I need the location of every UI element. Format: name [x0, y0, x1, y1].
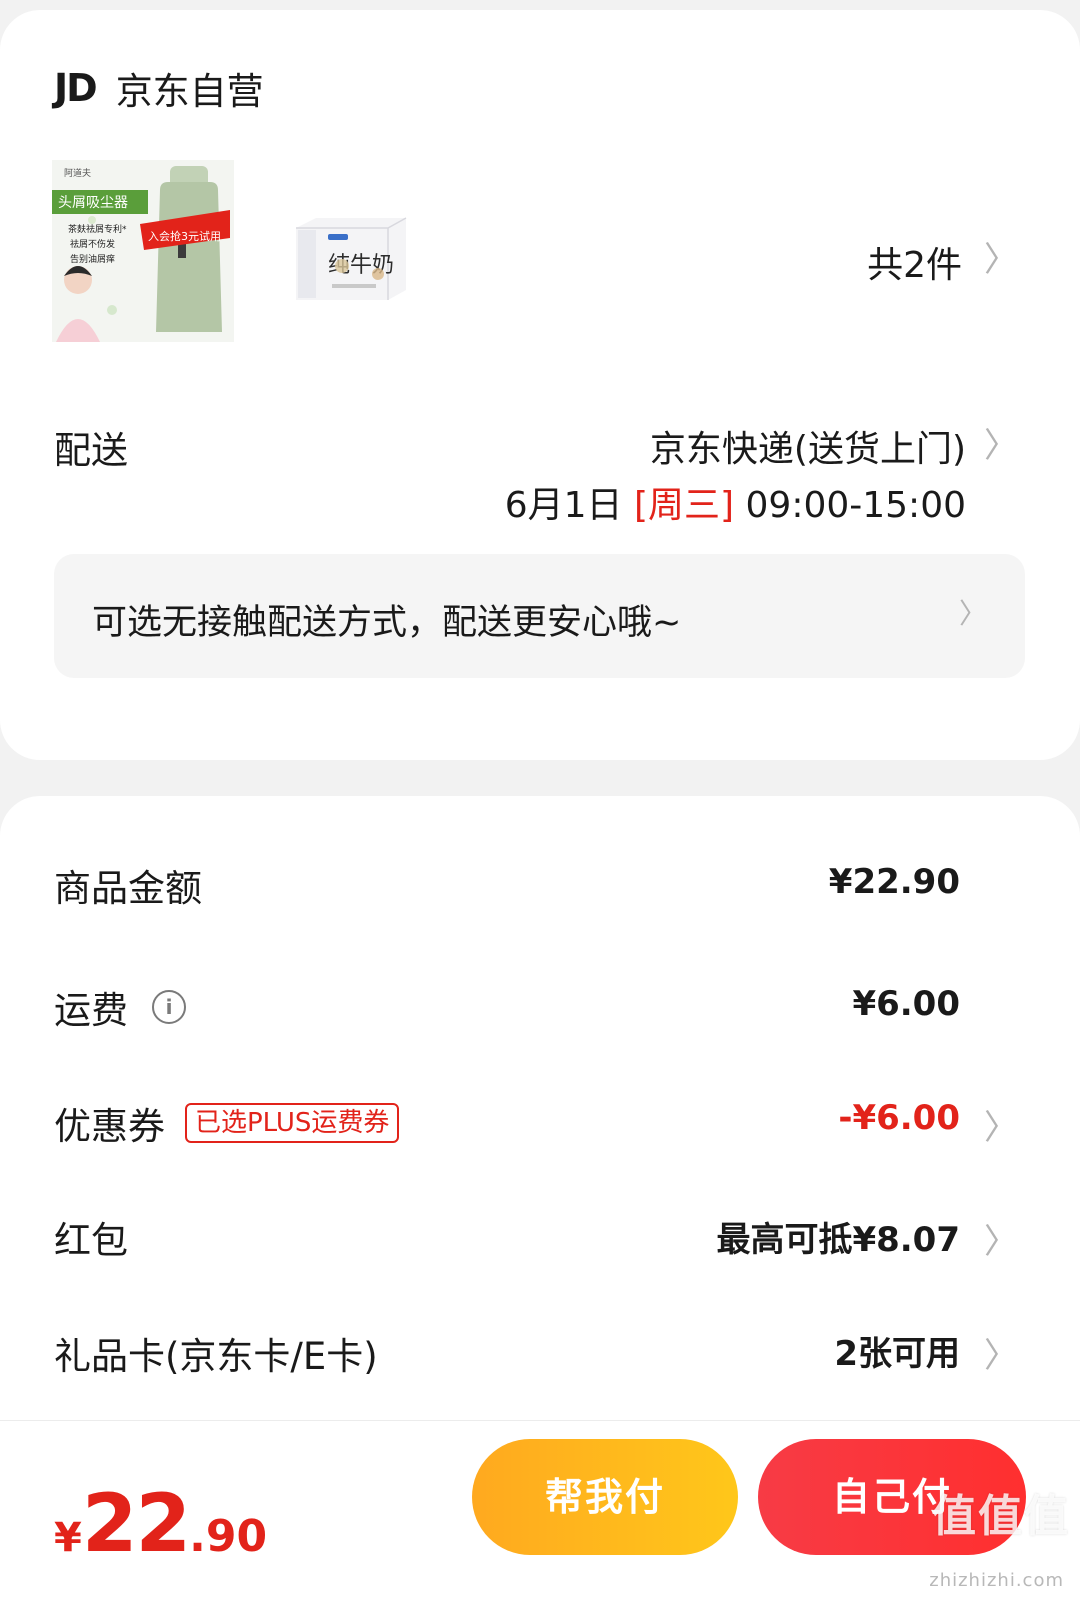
- coupon-value[interactable]: -¥6.00: [838, 1098, 960, 1138]
- product-thumbnail-milk[interactable]: 纯牛奶: [292, 214, 410, 304]
- shampoo-image: 入会抢3元试用 头屑吸尘器 阿道夫 茶麸祛屑专利* 祛屑不伤发 告别油屑痒: [52, 160, 234, 342]
- chevron-right-icon[interactable]: 〉: [984, 232, 1018, 281]
- shipping-fee-value: ¥6.00: [852, 984, 960, 1024]
- total-decimal: .90: [189, 1511, 268, 1562]
- total-currency: ¥: [54, 1515, 82, 1561]
- giftcard-label: 礼品卡(京东卡/E卡): [54, 1335, 378, 1378]
- goods-amount-value: ¥22.90: [828, 862, 960, 902]
- contactless-delivery-option[interactable]: 可选无接触配送方式，配送更安心哦~ 〉: [54, 554, 1025, 678]
- checkout-bar: ¥22.90 帮我付 自己付: [0, 1420, 1080, 1599]
- jd-logo: JD: [54, 66, 98, 110]
- shampoo-line1: 茶麸祛屑专利*: [68, 223, 127, 235]
- total-integer: 22: [81, 1477, 191, 1570]
- milk-box-image: 纯牛奶: [296, 217, 407, 300]
- shampoo-brand: 阿道夫: [64, 167, 91, 179]
- shampoo-line2: 祛屑不伤发: [70, 238, 115, 250]
- delivery-weekday: [周三]: [633, 485, 735, 526]
- chevron-right-icon: 〉: [958, 597, 987, 630]
- chevron-right-icon[interactable]: 〉: [984, 1100, 1018, 1149]
- shampoo-promo: 入会抢3元试用: [148, 229, 221, 243]
- store-name: 京东自营: [115, 70, 264, 113]
- total-price: ¥22.90: [54, 1477, 267, 1570]
- shampoo-line3: 告别油屑痒: [70, 253, 115, 265]
- shipping-fee-label: 运费: [54, 989, 128, 1032]
- contactless-text: 可选无接触配送方式，配送更安心哦~: [92, 603, 682, 643]
- delivery-time[interactable]: 6月1日 [周三] 09:00-15:00: [505, 476, 966, 528]
- watermark-logo: 值值值: [932, 1491, 1070, 1542]
- redpacket-value[interactable]: 最高可抵¥8.07: [716, 1212, 960, 1261]
- giftcard-value[interactable]: 2张可用: [834, 1326, 960, 1375]
- delivery-method[interactable]: 京东快递(送货上门): [650, 420, 966, 472]
- items-count[interactable]: 共2件: [867, 236, 962, 288]
- shampoo-tag: 头屑吸尘器: [58, 195, 128, 211]
- plus-coupon-badge: 已选PLUS运费券: [185, 1103, 400, 1143]
- coupon-label: 优惠券: [54, 1105, 165, 1148]
- store-header[interactable]: JD 京东自营: [54, 62, 264, 114]
- delivery-label: 配送: [54, 429, 128, 472]
- delivery-date: 6月1日: [504, 485, 623, 526]
- redpacket-label: 红包: [54, 1219, 128, 1262]
- coupon-row[interactable]: 优惠券 已选PLUS运费券: [54, 1096, 400, 1150]
- chevron-right-icon[interactable]: 〉: [984, 418, 1018, 467]
- info-icon[interactable]: i: [152, 990, 186, 1024]
- shipping-fee-row: 运费 i: [54, 980, 186, 1034]
- product-thumbnail-shampoo[interactable]: 入会抢3元试用 头屑吸尘器 阿道夫 茶麸祛屑专利* 祛屑不伤发 告别油屑痒: [52, 160, 234, 342]
- delivery-timeslot: 09:00-15:00: [745, 485, 966, 526]
- chevron-right-icon[interactable]: 〉: [984, 1328, 1018, 1377]
- chevron-right-icon[interactable]: 〉: [984, 1214, 1018, 1263]
- goods-amount-label: 商品金额: [54, 867, 202, 910]
- help-me-pay-button[interactable]: 帮我付: [472, 1439, 738, 1555]
- watermark-url: zhizhizhi.com: [929, 1570, 1064, 1591]
